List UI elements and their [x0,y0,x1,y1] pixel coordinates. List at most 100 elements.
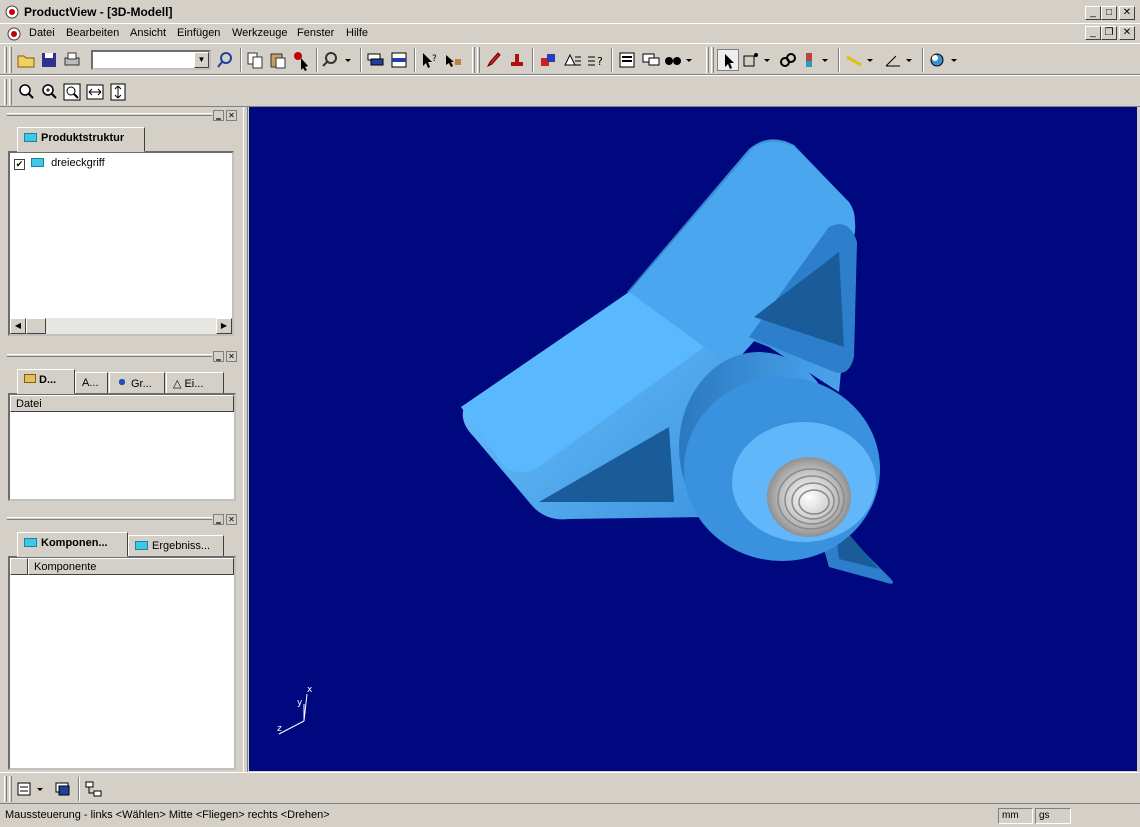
tab-ergebnisse[interactable]: Ergebniss... [128,535,224,557]
help-pointer-icon[interactable]: ? [418,49,440,71]
maximize-button[interactable]: □ [1101,6,1117,20]
3d-viewport[interactable]: x y z [249,107,1137,771]
triangle-list-icon[interactable] [561,49,583,71]
scroll-right-button[interactable]: ▶ [216,318,232,334]
toolbar-grip[interactable] [4,79,7,105]
toolbar-grip[interactable] [472,47,475,73]
menu-ansicht[interactable]: Ansicht [130,27,166,39]
zoom-fit-icon[interactable] [61,81,83,103]
menu-bearbeiten[interactable]: Bearbeiten [66,27,119,39]
select-arrow-icon[interactable] [717,49,739,71]
properties-icon[interactable] [616,49,638,71]
title-bar: ProductView - [3D-Modell] _ □ ✕ [0,0,1140,24]
search-icon[interactable] [214,49,236,71]
panel-grip[interactable] [7,354,212,357]
column-header-datei[interactable]: Datei [10,395,234,412]
tree-item-label: dreieckgriff [51,157,105,169]
paste-icon[interactable] [267,49,289,71]
query-list-icon[interactable]: ? [585,49,607,71]
components-list[interactable]: Komponente [8,556,236,770]
find-icon[interactable] [442,49,464,71]
panel-collapse-button[interactable]: ‗ [213,514,224,525]
tab-groups[interactable]: Gr... [109,372,165,394]
tab-attributes[interactable]: A... [75,372,108,394]
close-button[interactable]: ✕ [1119,6,1135,20]
horizontal-scrollbar[interactable]: ◀ ▶ [10,318,232,334]
tab-documents[interactable]: D... [17,369,75,394]
structure-panel: ‗ ✕ Produktstruktur ✔ dreieckgriff ◀ ▶ [5,110,242,342]
view-settings-dropdown-icon[interactable] [15,778,49,800]
angle-dropdown-icon[interactable] [882,49,916,71]
doc-minimize-button[interactable]: _ [1085,26,1101,40]
toolbar-separator [532,48,534,72]
markup-pen-icon[interactable] [483,49,505,71]
doc-close-button[interactable]: ✕ [1119,26,1135,40]
stamp-icon[interactable] [506,49,528,71]
toolbar-grip[interactable] [9,776,12,802]
binoculars-dropdown-icon[interactable] [663,49,695,71]
document-icon[interactable] [6,26,22,42]
checkbox-checked[interactable]: ✔ [14,159,25,170]
main-toolbar: ▼ ? ? [0,43,1140,75]
menu-datei[interactable]: Datei [29,27,55,39]
documents-list[interactable]: Datei [8,393,236,501]
tab-settings[interactable]: △ Ei... [166,372,224,394]
toolbar-grip[interactable] [706,47,709,73]
toolbar-grip[interactable] [9,79,12,105]
explode-dropdown-icon[interactable] [800,49,832,71]
panel-close-button[interactable]: ✕ [226,351,237,362]
annotation-icon[interactable] [640,49,662,71]
panel-close-button[interactable]: ✕ [226,514,237,525]
tab-produktstruktur[interactable]: Produktstruktur [17,127,145,152]
splitter[interactable] [243,107,248,772]
column-header-select[interactable] [10,558,28,575]
layers-icon[interactable] [364,49,386,71]
split-view-icon[interactable] [388,49,410,71]
network-icon[interactable] [82,778,104,800]
tab-komponenten[interactable]: Komponen... [17,532,128,557]
section-dropdown-icon[interactable] [927,49,961,71]
box-select-dropdown-icon[interactable] [741,49,773,71]
save-icon[interactable] [38,49,60,71]
toolbar-grip[interactable] [9,47,12,73]
zoom-window-icon[interactable] [38,81,60,103]
fit-height-icon[interactable] [107,81,129,103]
color-shapes-icon[interactable] [537,49,559,71]
measure-dropdown-icon[interactable] [843,49,877,71]
menu-werkzeuge[interactable]: Werkzeuge [232,27,287,39]
scroll-left-button[interactable]: ◀ [10,318,26,334]
toolbar-grip[interactable] [4,776,7,802]
zoom-in-icon[interactable] [15,81,37,103]
panel-grip[interactable] [7,113,212,116]
column-header-komponente[interactable]: Komponente [28,558,234,575]
panel-grip[interactable] [7,517,212,520]
panel-collapse-button[interactable]: ‗ [213,351,224,362]
scroll-thumb[interactable] [26,318,46,334]
fit-width-icon[interactable] [84,81,106,103]
chevron-down-icon[interactable]: ▼ [194,52,209,68]
layers-icon[interactable] [52,778,74,800]
structure-tree[interactable]: ✔ dreieckgriff ◀ ▶ [8,151,234,336]
panel-close-button[interactable]: ✕ [226,110,237,121]
toolbar-grip[interactable] [711,47,714,73]
toolbar-grip[interactable] [4,47,7,73]
doc-restore-button[interactable]: ❐ [1101,26,1117,40]
view-combo[interactable]: ▼ [91,50,211,70]
print-icon[interactable] [61,49,83,71]
tree-item-dreieckgriff[interactable]: ✔ dreieckgriff [14,157,105,170]
toolbar-grip[interactable] [477,47,480,73]
menu-einfuegen[interactable]: Einfügen [177,27,220,39]
minimize-button[interactable]: _ [1085,6,1101,20]
menu-hilfe[interactable]: Hilfe [346,27,368,39]
zoom-toolbar [0,75,1140,107]
panel-header: ‗ ✕ [5,514,242,526]
3d-model-dreieckgriff[interactable] [249,107,1137,771]
zoom-dropdown-icon[interactable] [320,49,354,71]
menu-fenster[interactable]: Fenster [297,27,334,39]
select-point-icon[interactable] [290,49,312,71]
open-icon[interactable] [15,49,37,71]
panel-collapse-button[interactable]: ‗ [213,110,224,121]
link-icon[interactable] [777,49,799,71]
copy-icon[interactable] [244,49,266,71]
unit-indicator: mm [998,808,1033,824]
